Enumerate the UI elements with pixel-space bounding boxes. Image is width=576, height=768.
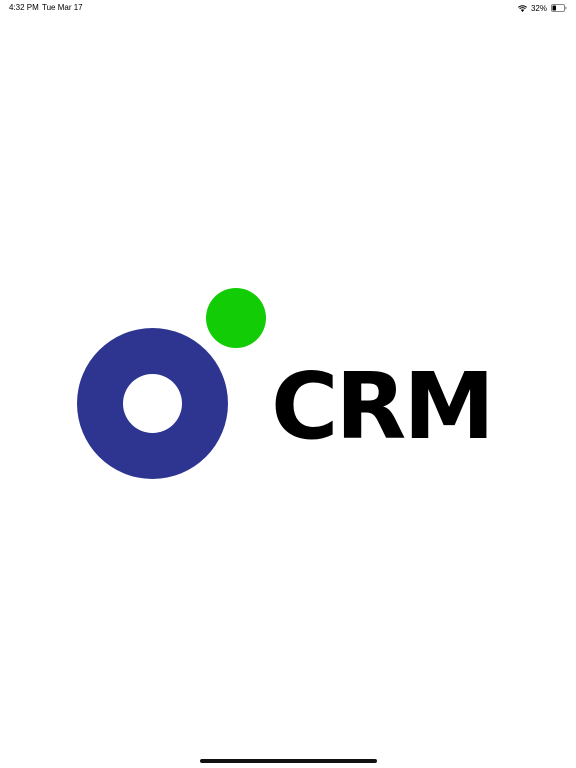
logo-text: CRM [271,353,495,460]
logo-dot [206,288,266,348]
home-indicator[interactable] [200,759,377,763]
logo-ring-hole [123,374,182,433]
crm-logo: CRM [0,0,576,768]
